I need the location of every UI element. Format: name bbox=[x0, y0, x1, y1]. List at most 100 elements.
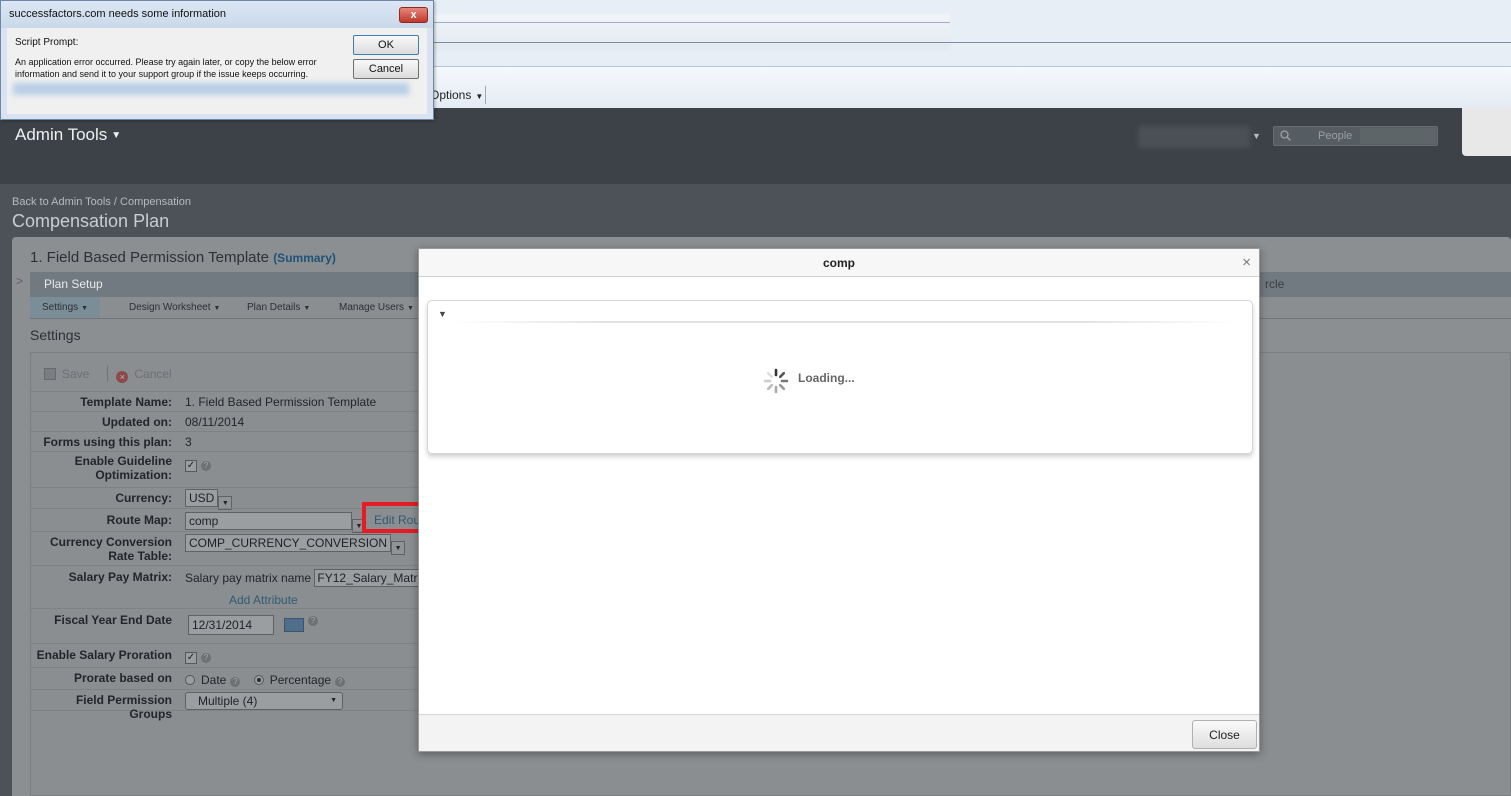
modal-title: comp bbox=[822, 256, 855, 270]
close-icon[interactable]: x bbox=[399, 7, 428, 23]
template-name-heading: 1. Field Based Permission Template bbox=[30, 249, 270, 266]
forms-using-label: Forms using this plan: bbox=[43, 435, 172, 449]
prompt-input[interactable] bbox=[13, 83, 409, 95]
panel-divider bbox=[452, 321, 1238, 323]
caret-down-icon[interactable]: ▼ bbox=[1252, 131, 1261, 141]
cancel-button[interactable]: × Cancel bbox=[116, 367, 172, 383]
help-icon[interactable]: ? bbox=[335, 677, 346, 687]
currency-label: Currency: bbox=[115, 491, 172, 505]
expand-sidebar-icon[interactable]: > bbox=[16, 274, 23, 288]
form-row-forms-using: Forms using this plan: 3 bbox=[31, 431, 418, 451]
salary-proration-value: ✓? bbox=[185, 649, 211, 664]
chevron-down-icon[interactable]: ▼ bbox=[391, 541, 406, 555]
options-menu-label: Options bbox=[430, 88, 472, 102]
subtab-label: Plan Details bbox=[247, 302, 301, 313]
toolbar-separator bbox=[107, 366, 109, 382]
header-user-box[interactable] bbox=[1462, 108, 1511, 156]
caret-down-icon: ▼ bbox=[213, 305, 221, 312]
cancel-button[interactable]: Cancel bbox=[353, 59, 419, 79]
ok-button[interactable]: OK bbox=[353, 35, 419, 55]
field-permission-groups-select[interactable]: Multiple (4) ▼ bbox=[185, 692, 343, 710]
subtab-label: Design Worksheet bbox=[129, 302, 211, 313]
header-select-blurred[interactable] bbox=[1138, 126, 1250, 148]
cancel-icon: × bbox=[116, 371, 129, 383]
comp-modal: comp × ▼ Loading... Close bbox=[418, 248, 1260, 752]
address-bar-blurred bbox=[430, 14, 950, 50]
settings-toolbar: Save × Cancel bbox=[44, 366, 190, 383]
subtab-label: Manage Users bbox=[339, 302, 405, 313]
prorate-options: Date? Percentage? bbox=[185, 673, 346, 687]
collapse-icon[interactable]: ▼ bbox=[438, 309, 447, 319]
form-row-updated-on: Updated on: 08/11/2014 bbox=[31, 411, 418, 431]
cancel-label: Cancel bbox=[134, 367, 172, 381]
updated-on-value: 08/11/2014 bbox=[185, 415, 245, 429]
spinner-icon bbox=[763, 368, 789, 394]
subtab-settings[interactable]: Settings ▼ bbox=[30, 297, 101, 318]
forms-using-value: 3 bbox=[185, 435, 192, 449]
salary-matrix-sub-label: Salary pay matrix name bbox=[185, 571, 312, 585]
subtab-manage-users[interactable]: Manage Users ▼ bbox=[339, 302, 414, 313]
field-permission-groups-value: Multiple (4) bbox=[198, 694, 258, 708]
field-permission-groups-label: Field Permission Groups bbox=[75, 693, 172, 721]
script-prompt-dialog: successfactors.com needs some informatio… bbox=[0, 0, 434, 120]
route-map-select[interactable]: comp ▼ bbox=[185, 512, 366, 533]
salary-proration-label: Enable Salary Proration bbox=[36, 648, 172, 662]
guideline-optimization-label: Enable Guideline Optimization: bbox=[74, 454, 172, 482]
close-icon[interactable]: × bbox=[1242, 254, 1251, 271]
form-row-route-map: Route Map: comp ▼ bbox=[31, 508, 418, 533]
loading-indicator: Loading... bbox=[763, 368, 855, 394]
chevron-down-icon: ▼ bbox=[330, 697, 337, 704]
form-row-salary-matrix: Salary Pay Matrix: Salary pay matrix nam… bbox=[31, 565, 436, 608]
form-row-field-permission-groups: Field Permission Groups Multiple (4) ▼ bbox=[31, 689, 418, 721]
tab-cycle[interactable]: rcle bbox=[1265, 277, 1284, 291]
search-icon bbox=[1280, 130, 1291, 141]
prompt-message: An application error occurred. Please tr… bbox=[15, 57, 317, 79]
subtab-design-worksheet[interactable]: Design Worksheet ▼ bbox=[129, 302, 220, 313]
currency-select[interactable]: USD ▼ bbox=[185, 489, 233, 510]
conversion-table-select[interactable]: COMP_CURRENCY_CONVERSION ▼ bbox=[185, 534, 406, 555]
caret-down-icon: ▼ bbox=[303, 305, 311, 312]
radio-percentage[interactable] bbox=[253, 675, 264, 685]
form-row-conversion-table: Currency Conversion Rate Table: COMP_CUR… bbox=[31, 531, 418, 565]
help-icon[interactable]: ? bbox=[201, 461, 211, 471]
dialog-title: successfactors.com needs some informatio… bbox=[9, 8, 227, 20]
search-placeholder: People bbox=[1318, 130, 1353, 142]
form-row-prorate-based-on: Prorate based on Date? Percentage? bbox=[31, 667, 418, 689]
salary-proration-checkbox[interactable]: ✓ bbox=[185, 652, 197, 664]
calendar-icon[interactable] bbox=[284, 618, 304, 632]
route-map-value: comp bbox=[185, 512, 352, 530]
guideline-optimization-checkbox[interactable]: ✓ bbox=[185, 460, 197, 472]
summary-link[interactable]: (Summary) bbox=[273, 251, 336, 265]
chrome-divider bbox=[430, 42, 1511, 43]
help-icon[interactable]: ? bbox=[308, 616, 318, 626]
search-input[interactable] bbox=[1360, 128, 1436, 144]
template-title: 1. Field Based Permission Template (Summ… bbox=[30, 249, 336, 266]
admin-tools-menu[interactable]: Admin Tools ▼ bbox=[15, 125, 121, 145]
fiscal-year-end-label: Fiscal Year End Date bbox=[54, 613, 172, 627]
form-row-guideline-optimization: Enable Guideline Optimization: ✓? bbox=[31, 451, 418, 487]
add-attribute-link[interactable]: Add Attribute bbox=[229, 593, 298, 607]
conversion-table-value: COMP_CURRENCY_CONVERSION bbox=[185, 534, 392, 552]
form-row-currency: Currency: USD ▼ bbox=[31, 487, 418, 510]
tab-plan-setup[interactable]: Plan Setup bbox=[44, 277, 103, 291]
breadcrumb[interactable]: Back to Admin Tools / Compensation bbox=[12, 196, 191, 208]
subtab-plan-details[interactable]: Plan Details ▼ bbox=[247, 302, 310, 313]
page-title: Compensation Plan bbox=[12, 211, 170, 231]
fiscal-year-end-input[interactable]: 12/31/2014 bbox=[188, 615, 274, 635]
template-name-value: 1. Field Based Permission Template bbox=[185, 395, 377, 409]
modal-footer: Close bbox=[419, 714, 1259, 751]
save-icon bbox=[44, 368, 56, 380]
radio-date[interactable] bbox=[185, 675, 195, 685]
field-permission-groups-dropdown[interactable]: Multiple (4) ▼ bbox=[185, 692, 343, 710]
help-icon[interactable]: ? bbox=[201, 653, 211, 663]
caret-down-icon: ▼ bbox=[111, 130, 122, 142]
close-button[interactable]: Close bbox=[1192, 720, 1257, 749]
loading-text: Loading... bbox=[798, 371, 855, 385]
help-icon[interactable]: ? bbox=[230, 677, 241, 687]
currency-value: USD bbox=[185, 489, 219, 507]
save-button[interactable]: Save bbox=[44, 367, 89, 381]
people-search[interactable]: People bbox=[1273, 126, 1438, 146]
route-map-panel: ▼ Loading... bbox=[427, 300, 1253, 454]
options-menu[interactable]: Options ▼ bbox=[430, 88, 483, 102]
modal-header: comp × bbox=[419, 249, 1259, 277]
